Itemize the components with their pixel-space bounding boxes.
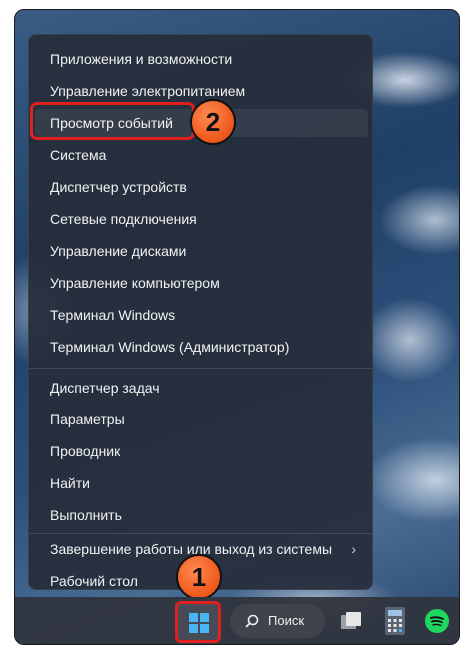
menu-item-windows-terminal-admin[interactable]: Терминал Windows (Администратор) <box>35 333 368 361</box>
start-button[interactable] <box>175 601 221 643</box>
taskbar-search-button[interactable]: Поиск <box>230 604 325 638</box>
search-label: Поиск <box>268 613 305 628</box>
task-view-icon[interactable] <box>339 609 363 633</box>
menu-item-task-manager[interactable]: Диспетчер задач <box>35 374 368 402</box>
menu-item-search[interactable]: Найти <box>35 469 368 497</box>
calculator-icon[interactable] <box>385 607 405 635</box>
step-1-callout: 1 <box>176 554 222 600</box>
menu-item-device-manager[interactable]: Диспетчер устройств <box>35 173 368 201</box>
chevron-right-icon: › <box>351 541 356 557</box>
menu-separator <box>29 533 372 534</box>
menu-item-apps-features[interactable]: Приложения и возможности <box>35 45 368 73</box>
menu-item-computer-management[interactable]: Управление компьютером <box>35 269 368 297</box>
menu-item-settings[interactable]: Параметры <box>35 405 368 433</box>
menu-item-file-explorer[interactable]: Проводник <box>35 437 368 465</box>
windows-start-icon <box>189 613 209 633</box>
desktop-frame: Приложения и возможности Управление элек… <box>14 9 460 645</box>
menu-item-windows-terminal[interactable]: Терминал Windows <box>35 301 368 329</box>
search-icon <box>245 614 259 628</box>
menu-item-disk-management[interactable]: Управление дисками <box>35 237 368 265</box>
menu-item-system[interactable]: Система <box>35 141 368 169</box>
menu-separator <box>29 368 372 369</box>
taskbar: Поиск <box>15 597 459 644</box>
menu-item-network-connections[interactable]: Сетевые подключения <box>35 205 368 233</box>
spotify-icon[interactable] <box>425 609 449 633</box>
menu-item-run[interactable]: Выполнить <box>35 501 368 529</box>
step-2-callout: 2 <box>190 99 236 145</box>
event-viewer-highlight-box <box>30 102 195 140</box>
